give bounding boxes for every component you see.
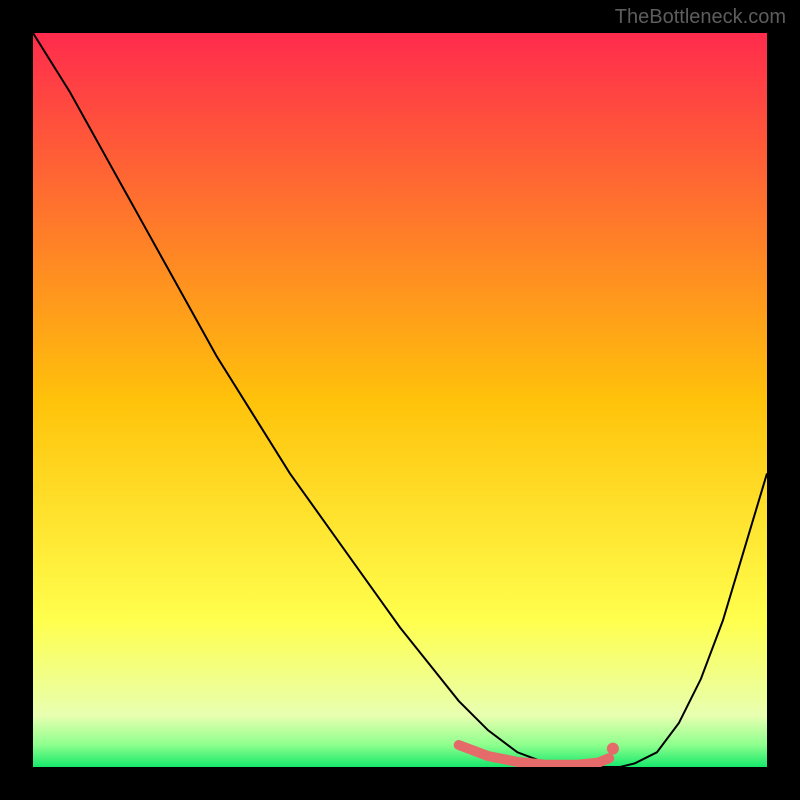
chart-area [33, 33, 767, 767]
highlight-dot [607, 743, 619, 755]
chart-svg [33, 33, 767, 767]
watermark-text: TheBottleneck.com [615, 6, 786, 29]
chart-background [33, 33, 767, 767]
